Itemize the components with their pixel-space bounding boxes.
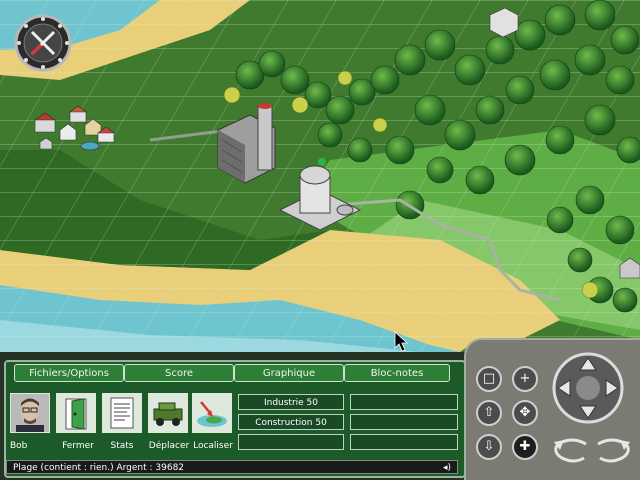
info-field-right-3 <box>350 434 458 450</box>
info-field-right-2 <box>350 414 458 430</box>
plus-small-icon: + <box>519 371 531 386</box>
info-field-construction: Construction 50 <box>238 414 344 430</box>
fermer-button[interactable] <box>56 393 96 433</box>
status-text: Plage (contient : rien.) Argent : 39682 <box>13 463 185 473</box>
arrow-up-icon: ⇧ <box>483 405 495 420</box>
tab-fichiers-options[interactable]: Fichiers/Options <box>14 364 124 382</box>
deplacer-button[interactable] <box>148 393 188 433</box>
fermer-label: Fermer <box>62 441 94 451</box>
door-exit-icon <box>57 394 95 432</box>
localiser-button[interactable] <box>192 393 232 433</box>
move-cross-icon: ✚ <box>519 439 531 454</box>
deplacer-label: Déplacer <box>148 441 190 451</box>
info-field-industrie: Industrie 50 <box>238 394 344 410</box>
square-icon: □ <box>482 371 496 386</box>
info-field-empty <box>238 434 344 450</box>
stats-button[interactable] <box>102 393 142 433</box>
zoom-out-button[interactable]: ✚ <box>512 434 538 460</box>
jeep-move-icon <box>149 394 187 432</box>
zoom-in-button[interactable]: ✥ <box>512 400 538 426</box>
view-toggle-button[interactable]: □ <box>476 366 502 392</box>
stats-document-icon <box>103 394 141 432</box>
sound-icon[interactable]: ◂) <box>443 461 451 475</box>
scroll-down-button[interactable]: ⇩ <box>476 434 502 460</box>
status-bar: Plage (contient : rien.) Argent : 39682 … <box>6 460 458 474</box>
info-field-right-1 <box>350 394 458 410</box>
advisor-bob-button[interactable] <box>10 393 50 433</box>
rotate-right-icon[interactable] <box>592 436 632 466</box>
stats-label: Stats <box>110 441 134 451</box>
direction-pad[interactable] <box>548 348 628 428</box>
advisor-portrait-icon <box>11 394 49 432</box>
tab-score[interactable]: Score <box>124 364 234 382</box>
advisor-bob-label: Bob <box>10 441 28 451</box>
rotate-left-icon[interactable] <box>552 436 592 466</box>
plus-icon: ✥ <box>519 405 531 420</box>
locate-island-icon <box>193 394 231 432</box>
tab-graphique[interactable]: Graphique <box>234 364 344 382</box>
localiser-label: Localiser <box>193 441 233 451</box>
tab-bloc-notes[interactable]: Bloc-notes <box>344 364 450 382</box>
arrow-down-icon: ⇩ <box>483 439 495 454</box>
compass-rotate-icon[interactable] <box>14 14 72 72</box>
scroll-up-button[interactable]: ⇧ <box>476 400 502 426</box>
zoom-in-small-button[interactable]: + <box>512 366 538 392</box>
